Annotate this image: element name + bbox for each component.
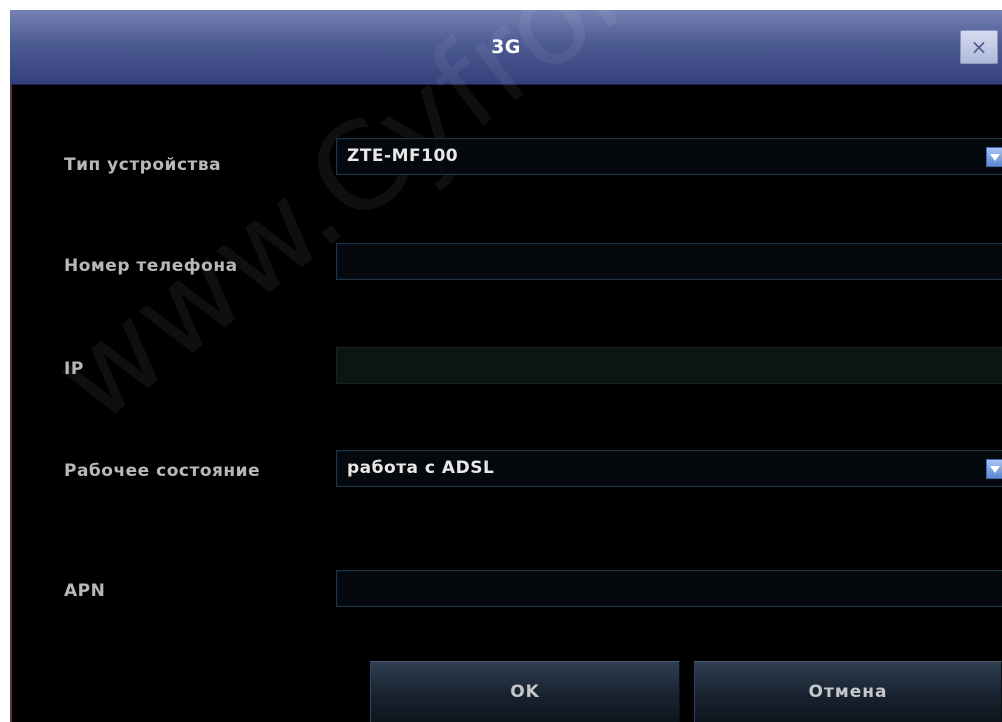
- work-state-label: Рабочее состояние: [64, 461, 261, 481]
- apn-label: APN: [64, 581, 106, 601]
- chevron-down-icon[interactable]: [986, 147, 1002, 167]
- chevron-down-icon[interactable]: [986, 459, 1002, 479]
- cancel-button[interactable]: Отмена: [694, 661, 1002, 722]
- close-icon: ×: [970, 35, 988, 59]
- apn-field[interactable]: [336, 570, 1002, 607]
- title-bar[interactable]: 3G ×: [10, 10, 1002, 85]
- work-state-value: работа с ADSL: [347, 458, 495, 478]
- phone-number-field[interactable]: [336, 243, 1002, 280]
- dialog-title: 3G: [491, 36, 521, 58]
- ip-label: IP: [64, 359, 84, 379]
- close-button[interactable]: ×: [960, 30, 998, 64]
- device-type-label: Тип устройства: [64, 155, 222, 175]
- work-state-select[interactable]: работа с ADSL: [336, 450, 1002, 487]
- ip-field[interactable]: [336, 347, 1002, 384]
- device-type-value: ZTE-MF100: [347, 146, 459, 166]
- phone-number-label: Номер телефона: [64, 256, 238, 276]
- dialog-left-border: [10, 84, 12, 722]
- device-type-select[interactable]: ZTE-MF100: [336, 138, 1002, 175]
- 3g-settings-dialog: 3G × www.Cyfron.ru Тип устройства ZTE-MF…: [10, 10, 1002, 722]
- ok-button[interactable]: OK: [370, 661, 680, 722]
